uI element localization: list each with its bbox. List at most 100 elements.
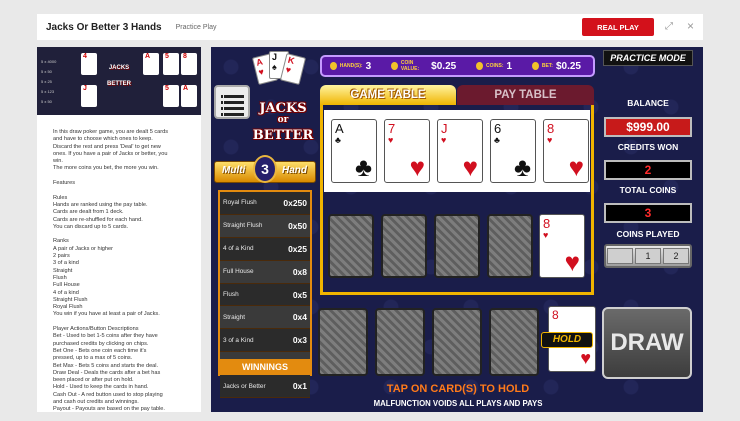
paytable-hand: Straight Flush (223, 222, 263, 230)
coins-played-label: COINS PLAYED (616, 229, 680, 239)
hand-label: Hand (282, 165, 307, 176)
description-line: and have to choose which ones to keep. (53, 136, 153, 143)
thumb-logo: JACKS BETTER (107, 65, 131, 87)
card-back[interactable] (328, 214, 374, 278)
hands-icon (330, 62, 337, 70)
description-line (53, 173, 199, 180)
coins-played-option[interactable] (607, 248, 633, 264)
paytable-multiplier: 0x3 (292, 335, 307, 346)
jacks-or-better-logo: A ♥ J ♠ K ♥ JACKS or BETTER (247, 51, 317, 151)
malfunction-notice: MALFUNCTION VOIDS ALL PLAYS AND PAYS (373, 399, 543, 408)
winnings-label: WINNINGS (218, 359, 312, 375)
bet-icon (532, 62, 539, 70)
paytable-row: Jacks or Better 0x1 (220, 375, 310, 399)
main-hand-card[interactable]: A ♣ ♣ (331, 119, 377, 183)
thumb-pay-line: 5 x 123 (41, 89, 55, 94)
description-line: Royal Flush (53, 304, 83, 311)
paytable-row: Royal Flush 0x250 (220, 192, 310, 215)
draw-button[interactable]: DRAW (602, 307, 692, 379)
thumb-pay-line: 5 x 25 (41, 79, 52, 84)
description-line: Bet One - Bets one coin each time it's (53, 347, 147, 354)
description-line: Straight (53, 267, 73, 274)
card-suit-large: ♣ (354, 152, 372, 182)
card-back[interactable] (489, 308, 539, 376)
expand-icon[interactable]: ⤢ (665, 21, 673, 32)
main-hand-card[interactable]: 7 ♥ ♥ (384, 119, 430, 183)
side-pay-table: Royal Flush 0x250 Straight Flush 0x50 4 of a… (218, 190, 312, 399)
credits-won-value: 2 (604, 160, 692, 180)
card-suit-large: ♥ (564, 247, 580, 277)
thumb-card: 5 (163, 85, 179, 107)
card-back[interactable] (487, 214, 533, 278)
card-back[interactable] (434, 214, 480, 278)
paytable-hand: Jacks or Better (223, 382, 266, 390)
top-bar: Jacks Or Better 3 Hands Practice Play RE… (37, 14, 703, 40)
card-back[interactable] (381, 214, 427, 278)
paytable-row: Straight 0x4 (220, 306, 310, 330)
main-hand-card[interactable]: 6 ♣ ♣ (490, 119, 536, 183)
description-line: Flush (53, 274, 67, 281)
thumb-card: A (143, 53, 159, 75)
thumb-card: 8 (181, 53, 197, 75)
real-play-button[interactable]: REAL PLAY (582, 18, 654, 36)
description-line: ones. If you have a pair of Jacks or bet… (53, 150, 168, 157)
coins-played-option[interactable]: 1 (635, 248, 661, 264)
card-suit: ♥ (441, 135, 447, 145)
card-back[interactable] (432, 308, 482, 376)
tab-pay-table[interactable]: PAY TABLE (457, 85, 594, 105)
coins-played-selector[interactable]: 1 2 (604, 244, 692, 268)
hold-label[interactable]: HOLD (541, 332, 593, 348)
balance-value: $999.00 (604, 117, 692, 137)
coins-icon (476, 62, 483, 70)
card-suit-large: ♥ (568, 152, 584, 182)
menu-button[interactable] (214, 85, 250, 119)
description-line: A pair of Jacks or higher (53, 245, 114, 252)
coins-played-option[interactable]: 2 (663, 248, 689, 264)
description-line: Hold - Used to keep the cards in hand. (53, 384, 149, 391)
description-line: Rules (53, 194, 68, 201)
tab-game-table[interactable]: GAME TABLE (320, 85, 456, 105)
description-line: been placed or after put on hold. (53, 377, 134, 384)
coin-value: $0.25 (431, 60, 457, 72)
row2-card[interactable]: 8 ♥ ♥ (539, 214, 585, 278)
description-line: Straight Flush (53, 296, 88, 303)
card-suit-large: ♥ (409, 152, 425, 182)
description-line: Full House (53, 282, 80, 289)
card-back[interactable] (375, 308, 425, 376)
paytable-row: 3 of a Kind 0x3 (220, 329, 310, 353)
paytable-multiplier: 0x250 (283, 197, 307, 208)
thumb-card: 4 (81, 53, 97, 75)
card-rank: J (441, 121, 448, 136)
paytable-multiplier: 0x25 (288, 243, 307, 254)
description-line: 4 of a kind (53, 289, 79, 296)
logo-word-jacks: JACKS (259, 101, 307, 116)
main-hand-card[interactable]: 8 ♥ ♥ (543, 119, 589, 183)
game-description: In this draw poker game, you are dealt 5… (53, 129, 199, 412)
game-title: Jacks Or Better 3 Hands (46, 21, 162, 33)
paytable-hand: Straight (223, 313, 246, 321)
card-rank: 8 (543, 216, 551, 231)
description-line: and cash out credits and winnings. (53, 398, 139, 405)
game-area: A ♥ J ♠ K ♥ JACKS or BETTER Multi 3 Hand Ro… (211, 47, 703, 412)
hands-label: HAND(S): (339, 63, 363, 69)
description-line: You win if you have at least a pair of J… (53, 311, 160, 318)
close-icon[interactable]: × (687, 19, 694, 33)
bet-info-bar: HAND(S): 3 COIN VALUE: $0.25 COINS: 1 BE… (320, 55, 595, 77)
practice-mode-badge: PRACTICE MODE (603, 50, 693, 66)
card-suit: ♥ (580, 348, 591, 368)
thumb-card: A (181, 85, 197, 107)
info-panel: 5 x 4000 5 x 50 5 x 25 5 x 123 5 x 50 4 … (37, 47, 201, 412)
thumb-pay-line: 5 x 50 (41, 69, 52, 74)
description-line: Bet Max - Bets 5 coins and starts the de… (53, 362, 159, 369)
total-coins-label: TOTAL COINS (619, 185, 677, 195)
description-line: 2 pairs (53, 253, 70, 260)
thumb-pay-line: 5 x 4000 (41, 59, 57, 64)
main-hand-card[interactable]: J ♥ ♥ (437, 119, 483, 183)
description-line: Cards are dealt from 1 deck. (53, 209, 124, 216)
coin-value-icon (391, 62, 398, 70)
card-back[interactable] (318, 308, 368, 376)
paytable-multiplier: 0x5 (292, 289, 307, 300)
card-rank: 8 (547, 121, 555, 136)
paytable-multiplier: 0x1 (292, 381, 307, 392)
coins-label: COINS: (485, 63, 504, 69)
